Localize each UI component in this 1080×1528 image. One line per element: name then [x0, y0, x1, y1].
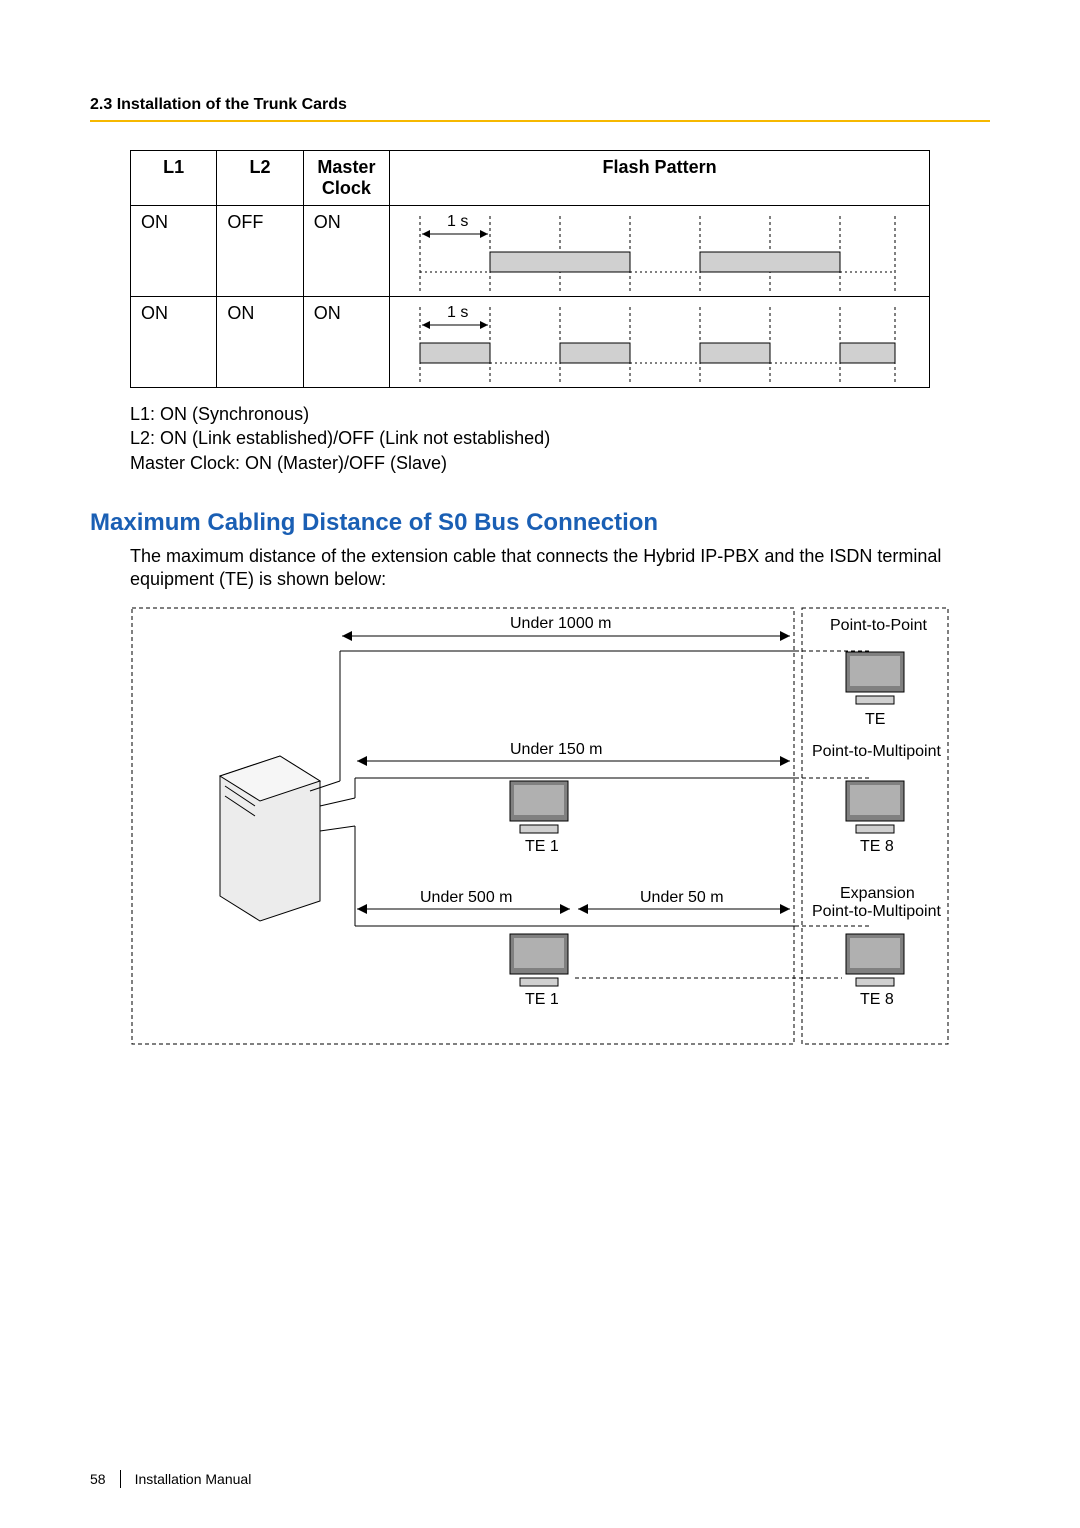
th-l2: L2 [217, 151, 303, 206]
cell-flash-pattern: 1 s [390, 206, 930, 297]
one-second-label: 1 s [447, 304, 468, 321]
note-l2: L2: ON (Link established)/OFF (Link not … [130, 426, 990, 450]
label-under-150: Under 150 m [510, 741, 603, 758]
table-row: ON ON ON [131, 297, 930, 388]
label-under-50: Under 50 m [640, 889, 724, 906]
footer: 58 Installation Manual [90, 1470, 251, 1488]
cell-l1: ON [131, 297, 217, 388]
label-expansion-p2m: Point-to-Multipoint [812, 903, 942, 920]
label-under-1000: Under 1000 m [510, 615, 611, 632]
label-te: TE [865, 711, 885, 728]
section-header: 2.3 Installation of the Trunk Cards [90, 96, 990, 114]
label-p2p: Point-to-Point [830, 617, 927, 634]
page-number: 58 [90, 1471, 106, 1487]
label-under-500: Under 500 m [420, 889, 513, 906]
te1-monitor-row3-icon [510, 934, 568, 986]
te1-monitor-icon [510, 781, 568, 833]
cell-flash-pattern: 1 s [390, 297, 930, 388]
te8-monitor-icon [846, 781, 904, 833]
cell-l2: ON [217, 297, 303, 388]
note-l1: L1: ON (Synchronous) [130, 402, 990, 426]
flash-pattern-graphic: 1 s [400, 212, 919, 290]
label-te8-row2: TE 8 [860, 838, 894, 855]
te8-monitor-row3-icon [846, 934, 904, 986]
label-te8-row3: TE 8 [860, 991, 894, 1008]
label-expansion: Expansion [840, 885, 915, 902]
cell-l1: ON [131, 206, 217, 297]
label-te1-row3: TE 1 [525, 991, 559, 1008]
footer-title: Installation Manual [135, 1471, 252, 1487]
th-flash-pattern: Flash Pattern [390, 151, 930, 206]
notes: L1: ON (Synchronous) L2: ON (Link establ… [130, 402, 990, 475]
one-second-label: 1 s [447, 213, 468, 230]
cell-l2: OFF [217, 206, 303, 297]
divider [90, 120, 990, 122]
te-monitor-icon [846, 652, 904, 704]
th-master-clock: Master Clock [303, 151, 389, 206]
cell-master-clock: ON [303, 297, 389, 388]
pbx-device-icon [220, 756, 320, 921]
cabling-diagram: Under 1000 m Point-to-Point TE Under 150… [130, 606, 990, 1051]
table-header-row: L1 L2 Master Clock Flash Pattern [131, 151, 930, 206]
footer-divider [120, 1470, 121, 1488]
table-row: ON OFF ON [131, 206, 930, 297]
heading-max-cabling: Maximum Cabling Distance of S0 Bus Conne… [90, 509, 990, 537]
note-master-clock: Master Clock: ON (Master)/OFF (Slave) [130, 451, 990, 475]
flash-pattern-graphic: 1 s [400, 303, 919, 381]
label-te1-row2: TE 1 [525, 838, 559, 855]
page: 2.3 Installation of the Trunk Cards L1 L… [0, 0, 1080, 1528]
body-text: The maximum distance of the extension ca… [130, 545, 990, 592]
cell-master-clock: ON [303, 206, 389, 297]
label-p2m: Point-to-Multipoint [812, 743, 942, 760]
th-l1: L1 [131, 151, 217, 206]
flash-pattern-table: L1 L2 Master Clock Flash Pattern ON OFF … [130, 150, 930, 388]
